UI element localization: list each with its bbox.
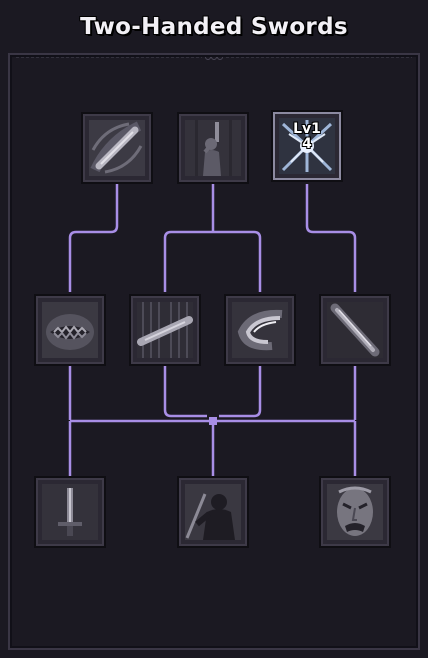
whirlwind-slash-icon [232, 302, 288, 358]
connector-1c-2d [305, 184, 357, 292]
diagonal-blade-icon [327, 302, 383, 358]
skill-node-raised-sword[interactable] [177, 112, 249, 184]
skill-node-shatter-burst[interactable]: Lv1 4 [271, 110, 343, 182]
skill-node-berserker-face[interactable] [319, 476, 391, 548]
skill-level-value: 4 [302, 136, 312, 152]
slash-swirl-icon [89, 120, 145, 176]
skill-node-upright-sword[interactable] [34, 476, 106, 548]
connector-1a-2a [68, 184, 119, 292]
sword-in-rain-icon [137, 302, 193, 358]
skill-node-warrior-silhouette[interactable] [177, 476, 249, 548]
raised-sword-warrior-icon [185, 120, 241, 176]
skill-node-snarling-mouth[interactable] [34, 294, 106, 366]
skill-level-label: Lv1 4 [273, 122, 341, 152]
connector-1b-2b [163, 230, 213, 292]
connector-junction [209, 417, 217, 425]
connector-1b-2c [213, 230, 262, 292]
connector-2b-bus [163, 366, 207, 418]
upright-sword-icon [42, 484, 98, 540]
berserker-face-icon [327, 484, 383, 540]
skill-tree-panel: Two-Handed Swords Lv1 4 [0, 0, 428, 658]
skill-node-slash-swirl[interactable] [81, 112, 153, 184]
skill-node-diagonal-blade[interactable] [319, 294, 391, 366]
skill-node-sword-rain[interactable] [129, 294, 201, 366]
skill-node-whirlwind[interactable] [224, 294, 296, 366]
warrior-silhouette-icon [185, 484, 241, 540]
connector-2c-bus [219, 366, 262, 418]
snarling-mouth-icon [42, 302, 98, 358]
skill-level-prefix: Lv1 [293, 121, 321, 137]
